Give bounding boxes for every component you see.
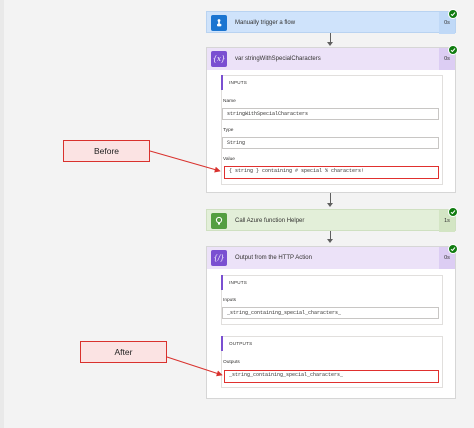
name-value-box[interactable]: stringWithSpecialCharacters (222, 108, 439, 120)
section-accent (221, 275, 223, 290)
connector-arrow-icon (327, 42, 333, 46)
name-label: Name (223, 99, 236, 104)
before-callout: Before (63, 140, 150, 162)
type-label: Type (223, 128, 234, 133)
variable-card[interactable]: {x} var stringWithSpecialCharacters 0s I… (206, 45, 458, 193)
success-check-icon (448, 207, 458, 217)
compose-card-header[interactable]: {/} Output from the HTTP Action 0s (207, 247, 455, 269)
azure-function-card[interactable]: Call Azure function Helper 1s (206, 207, 458, 232)
success-check-icon (448, 45, 458, 55)
trigger-card[interactable]: Manually trigger a flow 0s (206, 9, 458, 34)
inputs-label: Inputs (223, 298, 237, 303)
variable-icon: {x} (211, 51, 227, 67)
lightbulb-icon (211, 213, 227, 229)
inputs-heading: INPUTS (229, 80, 248, 85)
canvas-edge (0, 0, 4, 428)
compose-card[interactable]: {/} Output from the HTTP Action 0s INPUT… (206, 244, 458, 399)
connector-arrow-icon (327, 239, 333, 243)
section-accent (221, 336, 223, 351)
trigger-card-title: Manually trigger a flow (235, 20, 296, 26)
inputs-heading: INPUTS (229, 280, 248, 285)
success-check-icon (448, 9, 458, 19)
connector-arrow-icon (327, 203, 333, 207)
outputs-label: Outputs (223, 360, 240, 365)
outputs-value-box[interactable]: _string_containing_special_characters_ (224, 370, 439, 383)
value-value-box[interactable]: { string } containing # special % charac… (224, 166, 439, 179)
variable-card-header[interactable]: {x} var stringWithSpecialCharacters 0s (207, 48, 455, 70)
trigger-card-header[interactable]: Manually trigger a flow 0s (207, 12, 455, 34)
outputs-heading: OUTPUTS (229, 341, 253, 346)
value-label: Value (223, 157, 235, 162)
compose-icon: {/} (211, 250, 227, 266)
variable-card-title: var stringWithSpecialCharacters (235, 56, 321, 62)
inputs-value-box[interactable]: _string_containing_special_characters_ (222, 307, 439, 319)
compose-card-title: Output from the HTTP Action (235, 255, 312, 261)
success-check-icon (448, 244, 458, 254)
azure-function-card-header[interactable]: Call Azure function Helper 1s (207, 210, 455, 232)
azure-function-card-title: Call Azure function Helper (235, 218, 305, 224)
type-value-box[interactable]: String (222, 137, 439, 149)
after-callout: After (80, 341, 167, 363)
section-accent (221, 75, 223, 90)
hand-touch-icon (211, 15, 227, 31)
